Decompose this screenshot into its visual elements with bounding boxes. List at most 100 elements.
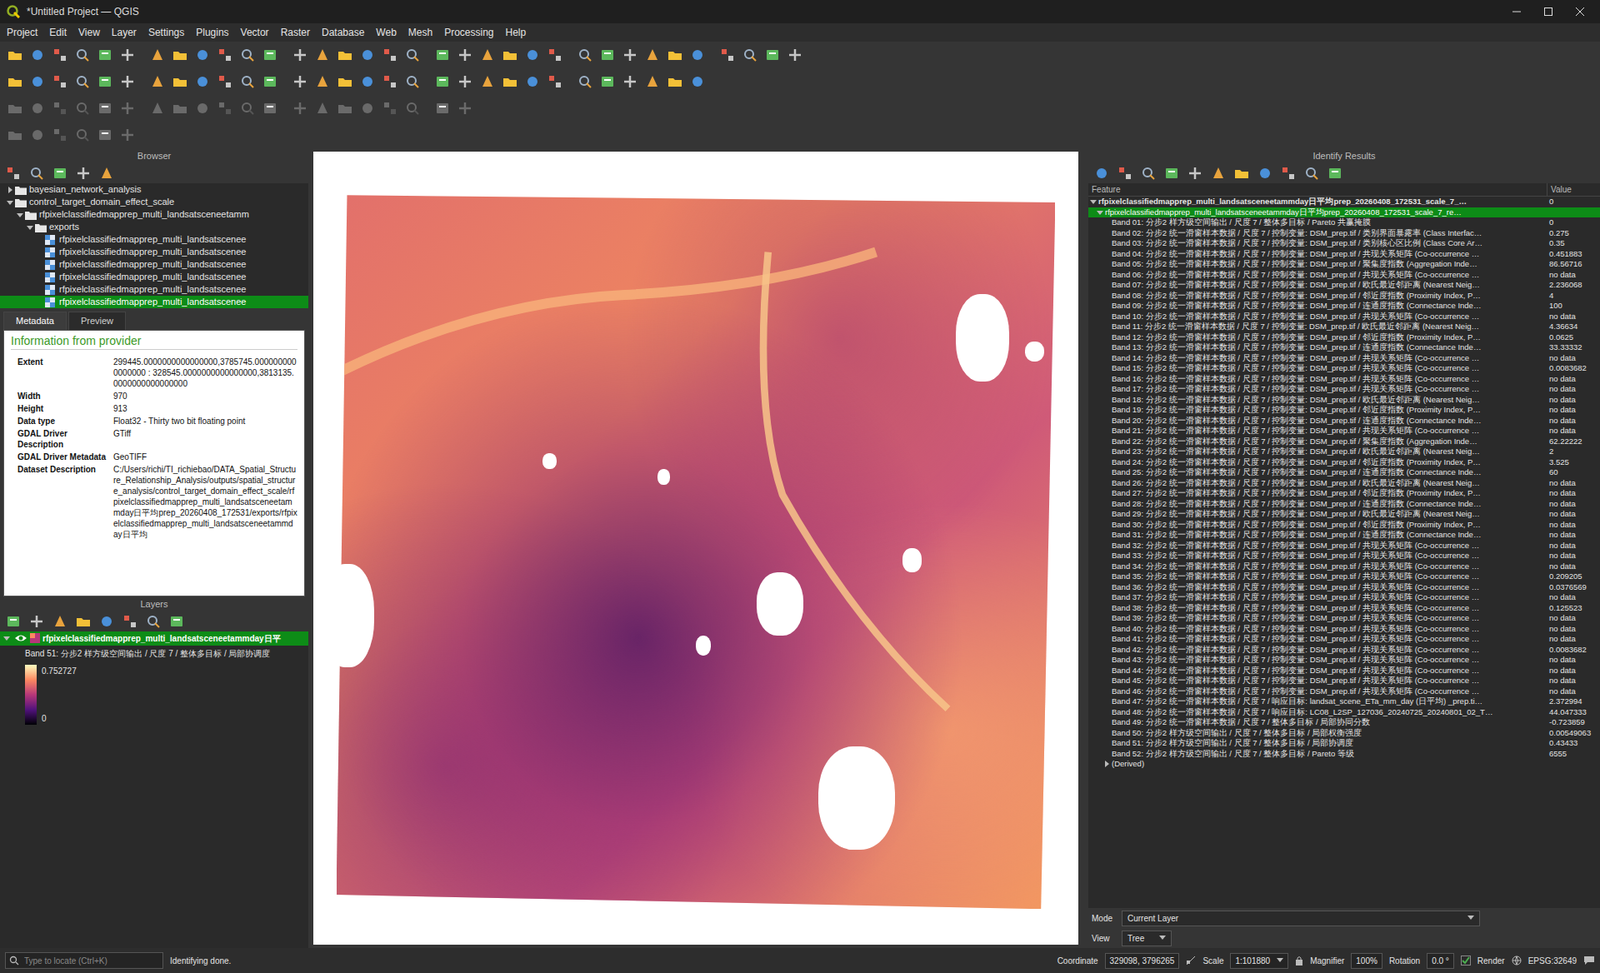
toolbar-tool-icon[interactable]	[1091, 163, 1112, 184]
toolbar-tool-icon[interactable]	[27, 71, 48, 92]
band-row[interactable]: Band 31: 分步2 统一滑窗样本数据 / 尺度 7 / 控制变量: DSM…	[1088, 530, 1600, 541]
toolbar-tool-icon[interactable]	[665, 71, 685, 92]
toolbar-tool-icon[interactable]	[380, 98, 400, 119]
toolbar-tool-icon[interactable]	[5, 125, 25, 145]
toolbar-tool-icon[interactable]	[27, 125, 48, 145]
expand-arrow-icon[interactable]	[1101, 760, 1112, 768]
toolbar-tool-icon[interactable]	[597, 71, 618, 92]
toolbar-tool-icon[interactable]	[1278, 163, 1299, 184]
toolbar-tool-icon[interactable]	[402, 71, 423, 92]
browser-item[interactable]: rfpixelclassifiedmapprep_multi_landsatsc…	[0, 295, 309, 309]
menu-item[interactable]: View	[78, 25, 100, 40]
toolbar-tool-icon[interactable]	[215, 98, 235, 119]
toolbar-tool-icon[interactable]	[312, 45, 333, 65]
browser-item[interactable]: control_target_domain_effect_scale	[0, 195, 309, 209]
band-row[interactable]: Band 22: 分步2 统一滑窗样本数据 / 尺度 7 / 控制变量: DSM…	[1088, 436, 1600, 448]
toolbar-tool-icon[interactable]	[455, 71, 475, 92]
map-canvas[interactable]	[313, 151, 1079, 945]
toolbar-tool-icon[interactable]	[1231, 163, 1252, 184]
band-row[interactable]: Band 43: 分步2 统一滑窗样本数据 / 尺度 7 / 控制变量: DSM…	[1088, 655, 1600, 666]
toolbar-tool-icon[interactable]	[380, 45, 400, 65]
toolbar-tool-icon[interactable]	[166, 611, 187, 632]
toolbar-tool-icon[interactable]	[260, 71, 280, 92]
toolbar-tool-icon[interactable]	[575, 71, 595, 92]
toolbar-tool-icon[interactable]	[50, 611, 70, 632]
browser-item[interactable]: rfpixelclassifiedmapprep_multi_landsatsc…	[0, 283, 309, 296]
band-row[interactable]: Band 18: 分步2 统一滑窗样本数据 / 尺度 7 / 控制变量: DSM…	[1088, 395, 1600, 406]
band-row[interactable]: Band 08: 分步2 统一滑窗样本数据 / 尺度 7 / 控制变量: DSM…	[1088, 290, 1600, 302]
toolbar-tool-icon[interactable]	[95, 98, 115, 119]
toolbar-tool-icon[interactable]	[687, 71, 708, 92]
band-row[interactable]: Band 19: 分步2 统一滑窗样本数据 / 尺度 7 / 控制变量: DSM…	[1088, 405, 1600, 416]
view-combo[interactable]: Tree	[1121, 930, 1172, 947]
expand-arrow-icon[interactable]	[15, 211, 25, 219]
toolbar-tool-icon[interactable]	[117, 45, 138, 65]
toolbar-tool-icon[interactable]	[545, 71, 565, 92]
toolbar-tool-icon[interactable]	[117, 98, 138, 119]
toolbar-tool-icon[interactable]	[95, 45, 115, 65]
expand-arrow-icon[interactable]	[1, 635, 12, 642]
toolbar-tool-icon[interactable]	[1255, 163, 1275, 184]
toolbar-tool-icon[interactable]	[290, 98, 310, 119]
toolbar-tool-icon[interactable]	[575, 45, 595, 65]
band-row[interactable]: Band 38: 分步2 统一滑窗样本数据 / 尺度 7 / 控制变量: DSM…	[1088, 603, 1600, 615]
maximize-icon[interactable]	[1543, 6, 1554, 17]
toolbar-tool-icon[interactable]	[620, 71, 640, 92]
toolbar-tool-icon[interactable]	[642, 71, 663, 92]
toolbar-tool-icon[interactable]	[477, 71, 498, 92]
locator-input[interactable]	[22, 954, 156, 969]
messages-icon[interactable]	[1583, 955, 1595, 966]
toolbar-tool-icon[interactable]	[335, 98, 355, 119]
metadata-tab[interactable]: Metadata	[3, 311, 67, 330]
toolbar-tool-icon[interactable]	[192, 98, 213, 119]
toolbar-tool-icon[interactable]	[215, 71, 235, 92]
toolbar-tool-icon[interactable]	[500, 45, 520, 65]
toolbar-tool-icon[interactable]	[3, 163, 24, 184]
band-row[interactable]: Band 23: 分步2 统一滑窗样本数据 / 尺度 7 / 控制变量: DSM…	[1088, 446, 1600, 458]
toolbar-tool-icon[interactable]	[1138, 163, 1159, 184]
layer-row[interactable]: rfpixelclassifiedmapprep_multi_landsatsc…	[0, 631, 309, 646]
toolbar-tool-icon[interactable]	[72, 125, 93, 145]
toolbar-tool-icon[interactable]	[477, 45, 498, 65]
toolbar-tool-icon[interactable]	[96, 611, 117, 632]
band-row[interactable]: Band 47: 分步2 统一滑窗样本数据 / 尺度 7 / 响应目标: lan…	[1088, 696, 1600, 708]
menu-item[interactable]: Raster	[280, 25, 310, 40]
toolbar-tool-icon[interactable]	[500, 71, 520, 92]
browser-item[interactable]: rfpixelclassifiedmapprep_multi_landsatsc…	[0, 245, 309, 259]
toolbar-tool-icon[interactable]	[642, 45, 663, 65]
band-row[interactable]: Band 52: 分步2 样方级空间输出 / 尺度 7 / 整体多目标 / Pa…	[1088, 749, 1600, 760]
toolbar-tool-icon[interactable]	[117, 125, 138, 145]
browser-item[interactable]: rfpixelclassifiedmapprep_multi_landsatsc…	[0, 233, 309, 246]
toolbar-tool-icon[interactable]	[522, 45, 543, 65]
metadata-tab[interactable]: Preview	[68, 311, 126, 330]
band-row[interactable]: Band 21: 分步2 统一滑窗样本数据 / 尺度 7 / 控制变量: DSM…	[1088, 425, 1600, 437]
band-row[interactable]: Band 15: 分步2 统一滑窗样本数据 / 尺度 7 / 控制变量: DSM…	[1088, 363, 1600, 375]
band-row[interactable]: Band 17: 分步2 统一滑窗样本数据 / 尺度 7 / 控制变量: DSM…	[1088, 384, 1600, 395]
band-row[interactable]: Band 41: 分步2 统一滑窗样本数据 / 尺度 7 / 控制变量: DSM…	[1088, 634, 1600, 645]
toolbar-tool-icon[interactable]	[170, 45, 190, 65]
band-row[interactable]: Band 39: 分步2 统一滑窗样本数据 / 尺度 7 / 控制变量: DSM…	[1088, 613, 1600, 625]
toolbar-tool-icon[interactable]	[50, 125, 70, 145]
toolbar-tool-icon[interactable]	[357, 98, 378, 119]
menu-item[interactable]: Settings	[148, 25, 185, 40]
band-row[interactable]: Band 01: 分步2 样方级空间输出 / 尺度 7 / 整体多目标 / Pa…	[1088, 217, 1600, 229]
toolbar-tool-icon[interactable]	[290, 71, 310, 92]
expand-arrow-icon[interactable]	[1095, 209, 1105, 216]
toolbar-tool-icon[interactable]	[50, 45, 70, 65]
band-row[interactable]: Band 05: 分步2 统一滑窗样本数据 / 尺度 7 / 控制变量: DSM…	[1088, 259, 1600, 270]
toolbar-tool-icon[interactable]	[147, 98, 168, 119]
toolbar-tool-icon[interactable]	[740, 45, 760, 65]
toolbar-tool-icon[interactable]	[1301, 163, 1322, 184]
toolbar-tool-icon[interactable]	[597, 45, 618, 65]
band-row[interactable]: Band 51: 分步2 样方级空间输出 / 尺度 7 / 整体多目标 / 局部…	[1088, 738, 1600, 750]
toolbar-tool-icon[interactable]	[432, 45, 453, 65]
toolbar-tool-icon[interactable]	[455, 45, 475, 65]
toolbar-tool-icon[interactable]	[260, 45, 280, 65]
toolbar-tool-icon[interactable]	[717, 45, 738, 65]
band-row[interactable]: Band 37: 分步2 统一滑窗样本数据 / 尺度 7 / 控制变量: DSM…	[1088, 592, 1600, 604]
toolbar-tool-icon[interactable]	[72, 45, 93, 65]
toolbar-tool-icon[interactable]	[143, 611, 164, 632]
toolbar-tool-icon[interactable]	[260, 98, 280, 119]
menu-item[interactable]: Layer	[111, 25, 137, 40]
band-row[interactable]: Band 49: 分步2 统一滑窗样本数据 / 尺度 7 / 整体多目标 / 局…	[1088, 717, 1600, 729]
